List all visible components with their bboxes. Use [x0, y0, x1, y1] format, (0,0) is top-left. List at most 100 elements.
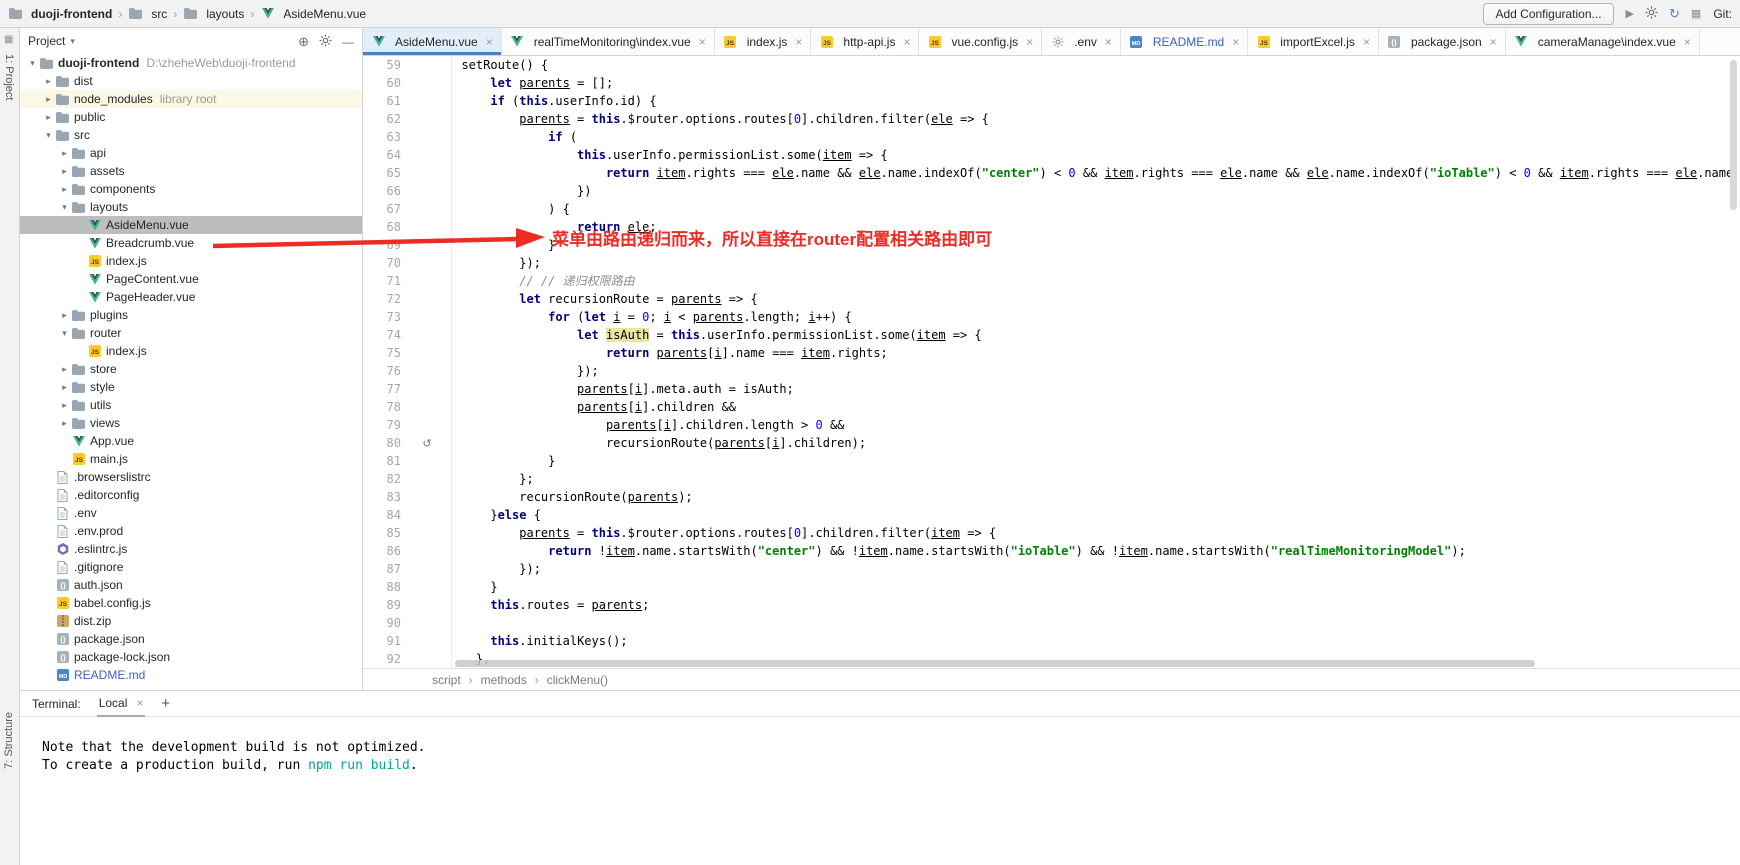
- line-number[interactable]: 88: [363, 578, 407, 596]
- close-tab-icon[interactable]: ×: [1026, 35, 1033, 49]
- line-number[interactable]: 64: [363, 146, 407, 164]
- line-number[interactable]: 72: [363, 290, 407, 308]
- tree-item-pageheader-vue[interactable]: PageHeader.vue: [20, 288, 362, 306]
- tab-cameramanage-index-vue[interactable]: cameraManage\index.vue×: [1506, 28, 1700, 55]
- gutter[interactable]: [407, 380, 447, 398]
- settings-icon[interactable]: [1645, 6, 1658, 21]
- line-number[interactable]: 74: [363, 326, 407, 344]
- update-project-icon[interactable]: ↻: [1669, 7, 1680, 20]
- structure-toolwindow-button[interactable]: 7: Structure: [3, 712, 15, 769]
- title-crumb-asidemenu-vue[interactable]: AsideMenu.vue: [260, 7, 366, 21]
- tree-item-eslintrc-js[interactable]: .eslintrc.js: [20, 540, 362, 558]
- tree-item-router[interactable]: ▾router: [20, 324, 362, 342]
- chevron-right-icon[interactable]: ▸: [42, 112, 55, 123]
- close-tab-icon[interactable]: ×: [1232, 35, 1239, 49]
- line-number[interactable]: 78: [363, 398, 407, 416]
- gutter[interactable]: [407, 254, 447, 272]
- tree-item-app-vue[interactable]: App.vue: [20, 432, 362, 450]
- gutter[interactable]: [407, 110, 447, 128]
- gutter[interactable]: [407, 650, 447, 668]
- code-line-78[interactable]: 78 parents[i].children &&: [363, 398, 1740, 416]
- gutter[interactable]: [407, 218, 447, 236]
- tab-index-js[interactable]: JSindex.js×: [715, 28, 812, 55]
- gutter[interactable]: [407, 488, 447, 506]
- line-number[interactable]: 67: [363, 200, 407, 218]
- chevron-right-icon[interactable]: ▸: [58, 364, 71, 375]
- chevron-down-icon[interactable]: ▾: [42, 130, 55, 141]
- code-line-85[interactable]: 85 parents = this.$router.options.routes…: [363, 524, 1740, 542]
- close-tab-icon[interactable]: ×: [1363, 35, 1370, 49]
- tree-item-package-lock-json[interactable]: {}package-lock.json: [20, 648, 362, 666]
- tree-item-public[interactable]: ▸public: [20, 108, 362, 126]
- add-configuration-button[interactable]: Add Configuration...: [1483, 3, 1613, 25]
- code-line-81[interactable]: 81 }: [363, 452, 1740, 470]
- gutter[interactable]: [407, 398, 447, 416]
- code-line-77[interactable]: 77 parents[i].meta.auth = isAuth;: [363, 380, 1740, 398]
- recursive-call-icon[interactable]: ↺: [422, 438, 431, 450]
- gutter[interactable]: [407, 200, 447, 218]
- code-line-62[interactable]: 62 parents = this.$router.options.routes…: [363, 110, 1740, 128]
- tree-item-duoji-frontend[interactable]: ▾duoji-frontendD:\zheheWeb\duoji-fronten…: [20, 54, 362, 72]
- tree-item-gitignore[interactable]: .gitignore: [20, 558, 362, 576]
- chevron-down-icon[interactable]: ▾: [26, 58, 39, 69]
- chevron-down-icon[interactable]: ▾: [58, 328, 71, 339]
- line-number[interactable]: 82: [363, 470, 407, 488]
- code-line-88[interactable]: 88 }: [363, 578, 1740, 596]
- tree-item-assets[interactable]: ▸assets: [20, 162, 362, 180]
- tree-item-auth-json[interactable]: {}auth.json: [20, 576, 362, 594]
- tree-item-layouts[interactable]: ▾layouts: [20, 198, 362, 216]
- line-number[interactable]: 66: [363, 182, 407, 200]
- editor-crumb-script[interactable]: script: [432, 673, 461, 687]
- locate-icon[interactable]: ⊕: [298, 35, 309, 48]
- gutter[interactable]: [407, 506, 447, 524]
- line-number[interactable]: 68: [363, 218, 407, 236]
- code-line-71[interactable]: 71 // // 递归权限路由: [363, 272, 1740, 290]
- title-crumb-layouts[interactable]: layouts: [183, 7, 244, 21]
- tree-item-style[interactable]: ▸style: [20, 378, 362, 396]
- tree-item-readme-md[interactable]: MDREADME.md: [20, 666, 362, 684]
- terminal-tab-local[interactable]: Local×: [97, 691, 146, 717]
- tab-package-json[interactable]: {}package.json×: [1379, 28, 1506, 55]
- code-line-73[interactable]: 73 for (let i = 0; i < parents.length; i…: [363, 308, 1740, 326]
- chevron-right-icon[interactable]: ▸: [58, 184, 71, 195]
- new-terminal-tab-button[interactable]: +: [161, 695, 170, 712]
- line-number[interactable]: 61: [363, 92, 407, 110]
- line-number[interactable]: 84: [363, 506, 407, 524]
- gutter[interactable]: [407, 452, 447, 470]
- code-line-83[interactable]: 83 recursionRoute(parents);: [363, 488, 1740, 506]
- line-number[interactable]: 80: [363, 434, 407, 452]
- gutter[interactable]: [407, 542, 447, 560]
- chevron-right-icon[interactable]: ▸: [58, 166, 71, 177]
- code-line-86[interactable]: 86 return !item.name.startsWith("center"…: [363, 542, 1740, 560]
- gutter[interactable]: [407, 236, 447, 254]
- gutter[interactable]: [407, 632, 447, 650]
- code-line-75[interactable]: 75 return parents[i].name === item.right…: [363, 344, 1740, 362]
- code-line-80[interactable]: 80↺ recursionRoute(parents[i].children);: [363, 434, 1740, 452]
- gutter[interactable]: [407, 470, 447, 488]
- tab-realtimemonitoring-index-vue[interactable]: realTimeMonitoring\index.vue×: [502, 28, 715, 55]
- code-line-65[interactable]: 65 return item.rights === ele.name && el…: [363, 164, 1740, 182]
- tree-item-node-modules[interactable]: ▸node_moduleslibrary root: [20, 90, 362, 108]
- gutter[interactable]: [407, 164, 447, 182]
- line-number[interactable]: 71: [363, 272, 407, 290]
- tree-item-components[interactable]: ▸components: [20, 180, 362, 198]
- line-number[interactable]: 63: [363, 128, 407, 146]
- close-tab-icon[interactable]: ×: [795, 35, 802, 49]
- code-line-68[interactable]: 68 return ele;: [363, 218, 1740, 236]
- tree-item-breadcrumb-vue[interactable]: Breadcrumb.vue: [20, 234, 362, 252]
- line-number[interactable]: 77: [363, 380, 407, 398]
- code-line-64[interactable]: 64 this.userInfo.permissionList.some(ite…: [363, 146, 1740, 164]
- tree-item-babel-config-js[interactable]: JSbabel.config.js: [20, 594, 362, 612]
- line-number[interactable]: 89: [363, 596, 407, 614]
- close-tab-icon[interactable]: ×: [486, 35, 493, 49]
- close-tab-icon[interactable]: ×: [1684, 35, 1691, 49]
- terminal-output[interactable]: Note that the development build is not o…: [20, 717, 1740, 775]
- code-line-72[interactable]: 72 let recursionRoute = parents => {: [363, 290, 1740, 308]
- tree-item-asidemenu-vue[interactable]: AsideMenu.vue: [20, 216, 362, 234]
- project-panel-title[interactable]: Project: [28, 34, 65, 48]
- gutter[interactable]: [407, 344, 447, 362]
- title-crumb-src[interactable]: src: [128, 7, 167, 21]
- code-editor[interactable]: 59 setRoute() {60 let parents = [];61 if…: [363, 56, 1740, 668]
- tree-item-editorconfig[interactable]: .editorconfig: [20, 486, 362, 504]
- chevron-right-icon[interactable]: ▸: [58, 148, 71, 159]
